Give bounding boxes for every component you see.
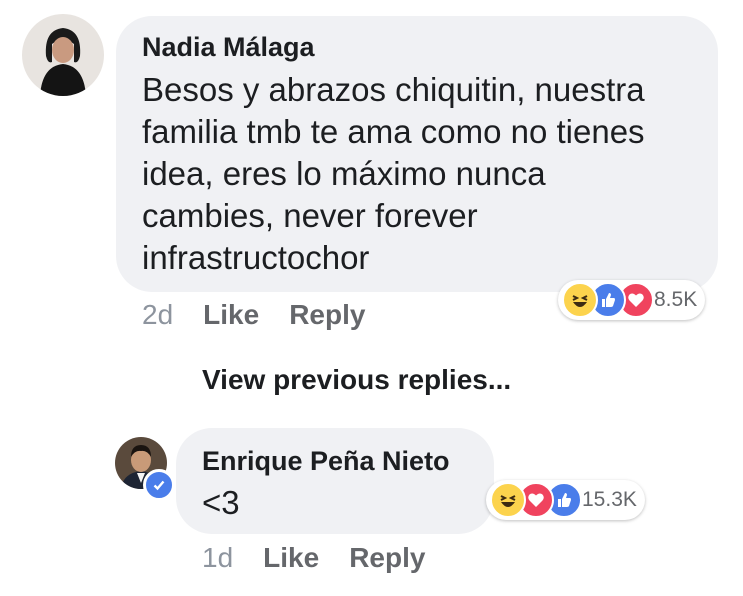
avatar[interactable]	[22, 14, 104, 96]
reaction-summary[interactable]: 8.5K	[558, 280, 706, 320]
reply-button[interactable]: Reply	[289, 299, 365, 330]
reaction-summary[interactable]: 15.3K	[486, 480, 645, 520]
haha-icon	[562, 282, 598, 318]
like-button[interactable]: Like	[263, 542, 319, 573]
comment-author[interactable]: Nadia Málaga	[142, 32, 315, 63]
comment-timestamp[interactable]: 2d	[142, 299, 173, 330]
comment-timestamp[interactable]: 1d	[202, 542, 233, 573]
reaction-count: 15.3K	[582, 488, 637, 511]
reaction-count: 8.5K	[654, 288, 698, 311]
verified-badge-icon	[143, 469, 175, 501]
like-button[interactable]: Like	[203, 299, 259, 330]
view-previous-replies-link[interactable]: View previous replies...	[202, 364, 511, 396]
comment-text: <3	[202, 484, 240, 521]
comment-actions: 1d Like Reply	[202, 542, 425, 574]
comment-actions: 2d Like Reply	[142, 299, 365, 331]
haha-icon	[490, 482, 526, 518]
comment-text: Besos y abrazos chiquitin, nuestra famil…	[142, 71, 645, 276]
comment-author[interactable]: Enrique Peña Nieto	[202, 446, 450, 477]
reply-button[interactable]: Reply	[349, 542, 425, 573]
